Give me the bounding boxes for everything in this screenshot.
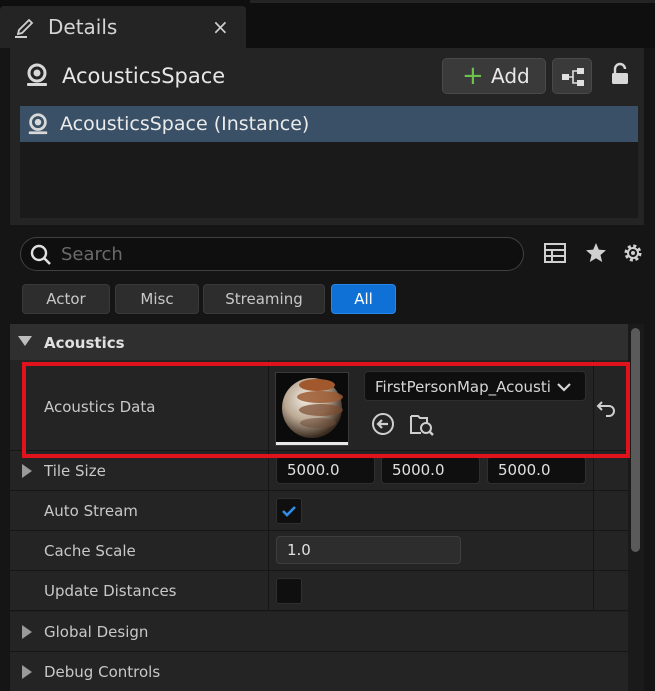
expand-arrow-icon[interactable]	[22, 464, 32, 478]
property-row-tile-size: Tile Size 5000.0 5000.0 5000.0	[10, 451, 628, 491]
blueprint-button[interactable]	[552, 58, 592, 94]
use-selected-icon[interactable]	[371, 412, 395, 436]
tab-strip-divider	[250, 0, 655, 3]
column-divider	[593, 360, 594, 450]
search-icon	[30, 244, 51, 265]
column-divider	[593, 491, 594, 530]
add-component-button[interactable]: + Add	[442, 58, 546, 94]
category-global-design[interactable]: Global Design	[10, 612, 628, 652]
table-view-icon[interactable]	[543, 241, 567, 265]
tile-size-y-input[interactable]: 5000.0	[381, 456, 480, 484]
tile-size-z-input[interactable]: 5000.0	[487, 456, 586, 484]
column-divider	[268, 451, 269, 490]
actor-name: AcousticsSpace	[62, 64, 226, 88]
scrollbar[interactable]	[628, 324, 644, 691]
column-divider	[593, 531, 594, 570]
column-divider	[593, 571, 594, 610]
tab-strip: Details ×	[0, 0, 655, 48]
filter-all[interactable]: All	[331, 284, 396, 314]
scrollbar-thumb[interactable]	[631, 328, 640, 552]
property-label: Auto Stream	[44, 502, 138, 520]
thumbnail-bar	[276, 442, 348, 445]
instance-row[interactable]: AcousticsSpace (Instance)	[20, 106, 638, 142]
expand-arrow-icon	[22, 625, 32, 639]
column-divider	[268, 531, 269, 570]
column-divider	[593, 451, 594, 490]
asset-name: FirstPersonMap_Acoustics	[375, 378, 551, 396]
cache-scale-input[interactable]: 1.0	[276, 536, 461, 564]
details-header: AcousticsSpace + Add AcousticsSpace (Ins…	[10, 48, 644, 225]
expand-arrow-icon	[22, 665, 32, 679]
property-panel: Acoustics Acoustics Data FirstPersonMap_…	[10, 324, 628, 691]
component-tree: AcousticsSpace (Instance)	[20, 106, 638, 218]
close-icon[interactable]: ×	[212, 15, 229, 39]
chevron-down-icon	[557, 383, 571, 392]
property-label: Tile Size	[44, 462, 106, 480]
category-acoustics[interactable]: Acoustics	[10, 324, 628, 360]
filter-actor[interactable]: Actor	[22, 284, 110, 314]
gear-icon[interactable]	[621, 241, 645, 265]
category-debug-controls[interactable]: Debug Controls	[10, 652, 628, 691]
add-label: Add	[491, 64, 530, 88]
acoustics-icon	[27, 63, 47, 86]
column-divider	[268, 360, 269, 450]
property-row-update-distances: Update Distances	[10, 571, 628, 611]
instance-label: AcousticsSpace (Instance)	[60, 113, 310, 135]
star-icon[interactable]	[584, 241, 608, 265]
blueprint-icon	[562, 68, 584, 86]
category-label: Acoustics	[44, 334, 125, 352]
pencil-icon	[15, 18, 34, 38]
reset-icon[interactable]	[596, 398, 618, 418]
plus-icon: +	[462, 61, 484, 91]
column-divider	[268, 571, 269, 610]
tab-details[interactable]: Details ×	[0, 6, 246, 48]
update-distances-checkbox[interactable]	[276, 578, 302, 604]
auto-stream-checkbox[interactable]	[276, 498, 302, 524]
property-row-auto-stream: Auto Stream	[10, 491, 628, 531]
checkmark-icon	[282, 506, 296, 517]
category-label: Debug Controls	[44, 663, 161, 681]
search-input[interactable]	[61, 241, 511, 267]
property-row-cache-scale: Cache Scale 1.0	[10, 531, 628, 571]
search-bar	[20, 237, 524, 271]
acoustics-icon	[28, 113, 48, 135]
asset-picker-combo[interactable]: FirstPersonMap_Acoustics	[364, 371, 586, 401]
property-label: Update Distances	[44, 582, 177, 600]
property-label: Acoustics Data	[44, 398, 156, 416]
actor-row: AcousticsSpace + Add	[10, 48, 644, 100]
browse-icon[interactable]	[409, 412, 435, 438]
tab-title: Details	[48, 15, 118, 39]
filter-streaming[interactable]: Streaming	[203, 284, 325, 314]
acoustics-data-sphere	[282, 378, 343, 438]
asset-thumbnail[interactable]	[275, 372, 349, 446]
column-divider	[268, 491, 269, 530]
collapse-arrow-icon	[18, 336, 32, 346]
category-label: Global Design	[44, 623, 149, 641]
tile-size-x-input[interactable]: 5000.0	[276, 456, 375, 484]
property-label: Cache Scale	[44, 542, 136, 560]
filter-misc[interactable]: Misc	[115, 284, 199, 314]
lock-icon[interactable]	[610, 62, 632, 86]
